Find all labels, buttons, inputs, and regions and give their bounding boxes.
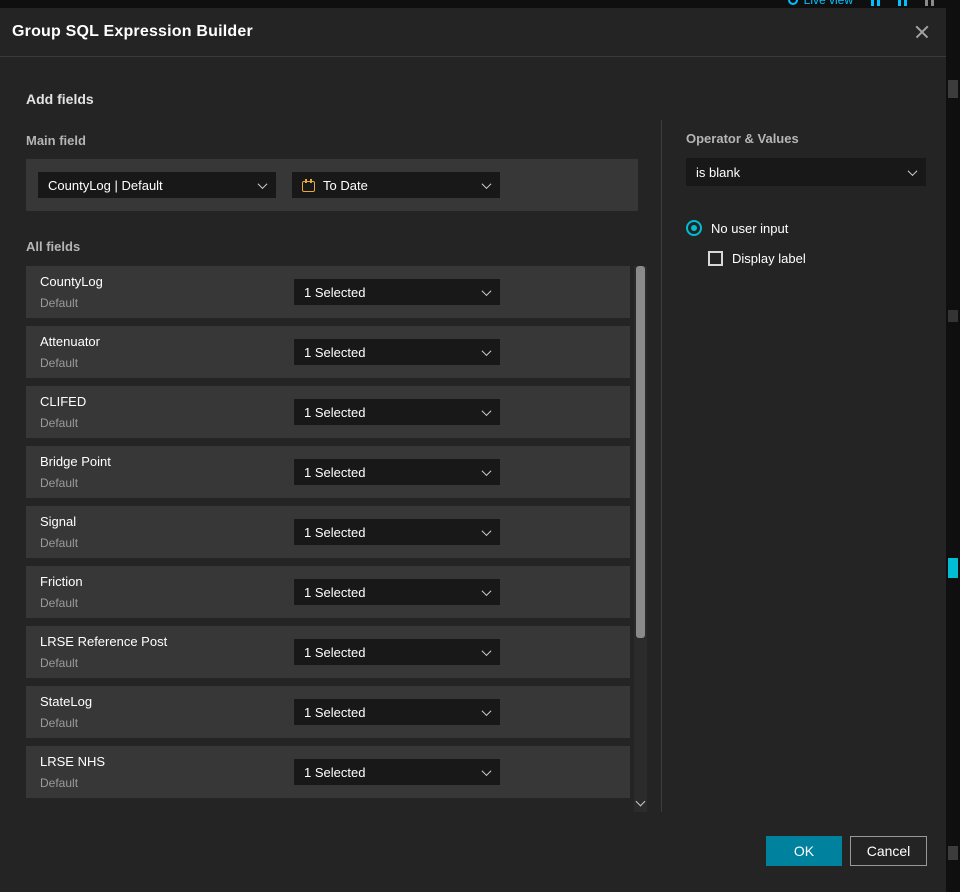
field-selection-value: 1 Selected xyxy=(304,644,366,660)
operator-values-label: Operator & Values xyxy=(686,131,799,146)
field-name: LRSE NHS xyxy=(40,754,106,769)
display-label-checkbox[interactable]: Display label xyxy=(708,251,806,266)
field-selection-value: 1 Selected xyxy=(304,524,366,540)
live-view-toggle[interactable]: Live view xyxy=(787,0,853,7)
column-divider xyxy=(661,120,662,812)
field-subtitle: Default xyxy=(40,356,79,370)
field-row: Attenuator Default 1 Selected xyxy=(26,326,630,378)
field-row: Signal Default 1 Selected xyxy=(26,506,630,558)
field-name: Signal xyxy=(40,514,77,529)
field-selection-dropdown[interactable]: 1 Selected xyxy=(294,639,500,665)
field-selection-dropdown[interactable]: 1 Selected xyxy=(294,339,500,365)
field-name: Attenuator xyxy=(40,334,100,349)
field-subtitle: Default xyxy=(40,536,79,550)
background-partial-ui xyxy=(948,846,958,860)
field-row: LRSE NHS Default 1 Selected xyxy=(26,746,630,798)
checkbox-unchecked-icon xyxy=(708,251,723,266)
field-selection-value: 1 Selected xyxy=(304,284,366,300)
chevron-down-icon xyxy=(481,465,492,476)
date-field-dropdown[interactable]: To Date xyxy=(292,172,500,198)
field-row: StateLog Default 1 Selected xyxy=(26,686,630,738)
field-selection-dropdown[interactable]: 1 Selected xyxy=(294,519,500,545)
main-field-dropdown-value: CountyLog | Default xyxy=(48,177,163,193)
operator-dropdown-value: is blank xyxy=(696,164,741,180)
scrollbar-down-arrow-icon[interactable] xyxy=(635,796,646,807)
chevron-down-icon xyxy=(907,165,918,176)
background-partial-ui xyxy=(948,80,958,98)
no-user-input-label: No user input xyxy=(711,220,789,236)
chevron-down-icon xyxy=(481,585,492,596)
radio-selected-icon xyxy=(686,220,702,236)
field-subtitle: Default xyxy=(40,716,79,730)
all-fields-label: All fields xyxy=(26,239,81,254)
calendar-icon xyxy=(302,178,315,192)
scrollbar-thumb[interactable] xyxy=(636,266,645,638)
chevron-down-icon xyxy=(481,405,492,416)
field-name: LRSE Reference Post xyxy=(40,634,168,649)
live-view-icon xyxy=(787,0,798,5)
field-selection-dropdown[interactable]: 1 Selected xyxy=(294,579,500,605)
field-row: Friction Default 1 Selected xyxy=(26,566,630,618)
live-view-label: Live view xyxy=(803,0,853,7)
chevron-down-icon xyxy=(481,705,492,716)
field-selection-dropdown[interactable]: 1 Selected xyxy=(294,759,500,785)
display-label-text: Display label xyxy=(732,251,806,266)
field-subtitle: Default xyxy=(40,416,79,430)
field-selection-value: 1 Selected xyxy=(304,464,366,480)
field-name: CountyLog xyxy=(40,274,103,289)
field-subtitle: Default xyxy=(40,776,79,790)
field-row: CountyLog Default 1 Selected xyxy=(26,266,630,318)
background-partial-ui xyxy=(948,310,958,322)
chevron-down-icon xyxy=(481,178,492,189)
chevron-down-icon xyxy=(481,645,492,656)
field-selection-value: 1 Selected xyxy=(304,404,366,420)
field-selection-value: 1 Selected xyxy=(304,764,366,780)
background-partial-ui xyxy=(948,558,958,578)
dialog-title: Group SQL Expression Builder xyxy=(12,23,253,40)
field-name: CLIFED xyxy=(40,394,87,409)
background-right-strip xyxy=(946,0,960,892)
chevron-down-icon xyxy=(257,178,268,189)
group-sql-expression-builder-dialog: Group SQL Expression Builder Add fields … xyxy=(0,8,946,892)
ok-button[interactable]: OK xyxy=(766,836,842,866)
field-row: LRSE Reference Post Default 1 Selected xyxy=(26,626,630,678)
field-row: CLIFED Default 1 Selected xyxy=(26,386,630,438)
main-field-panel: CountyLog | Default To Date xyxy=(26,159,638,211)
cancel-button[interactable]: Cancel xyxy=(850,836,927,866)
field-subtitle: Default xyxy=(40,596,79,610)
field-selection-dropdown[interactable]: 1 Selected xyxy=(294,399,500,425)
all-fields-list: CountyLog Default 1 Selected Attenuator … xyxy=(26,266,630,806)
field-selection-value: 1 Selected xyxy=(304,344,366,360)
panel-toggle-icon[interactable] xyxy=(925,0,934,6)
close-icon[interactable] xyxy=(912,22,932,42)
chevron-down-icon xyxy=(481,345,492,356)
section-title-add-fields: Add fields xyxy=(26,91,94,107)
list-scrollbar[interactable] xyxy=(634,266,647,812)
panel-toggle-icon[interactable] xyxy=(898,0,907,6)
date-field-dropdown-value: To Date xyxy=(323,177,368,193)
chevron-down-icon xyxy=(481,525,492,536)
chevron-down-icon xyxy=(481,765,492,776)
field-name: StateLog xyxy=(40,694,93,709)
no-user-input-radio[interactable]: No user input xyxy=(686,220,788,236)
field-selection-value: 1 Selected xyxy=(304,584,366,600)
field-row: Bridge Point Default 1 Selected xyxy=(26,446,630,498)
field-selection-dropdown[interactable]: 1 Selected xyxy=(294,459,500,485)
dialog-header: Group SQL Expression Builder xyxy=(0,8,946,57)
main-field-dropdown[interactable]: CountyLog | Default xyxy=(38,172,276,198)
field-selection-dropdown[interactable]: 1 Selected xyxy=(294,699,500,725)
background-top-strip: Live view xyxy=(0,0,960,8)
field-subtitle: Default xyxy=(40,656,79,670)
operator-dropdown[interactable]: is blank xyxy=(686,158,926,186)
field-subtitle: Default xyxy=(40,476,79,490)
chevron-down-icon xyxy=(481,285,492,296)
field-selection-dropdown[interactable]: 1 Selected xyxy=(294,279,500,305)
field-subtitle: Default xyxy=(40,296,79,310)
main-field-label: Main field xyxy=(26,133,86,148)
field-selection-value: 1 Selected xyxy=(304,704,366,720)
field-name: Friction xyxy=(40,574,83,589)
field-name: Bridge Point xyxy=(40,454,111,469)
panel-toggle-icon[interactable] xyxy=(871,0,880,6)
